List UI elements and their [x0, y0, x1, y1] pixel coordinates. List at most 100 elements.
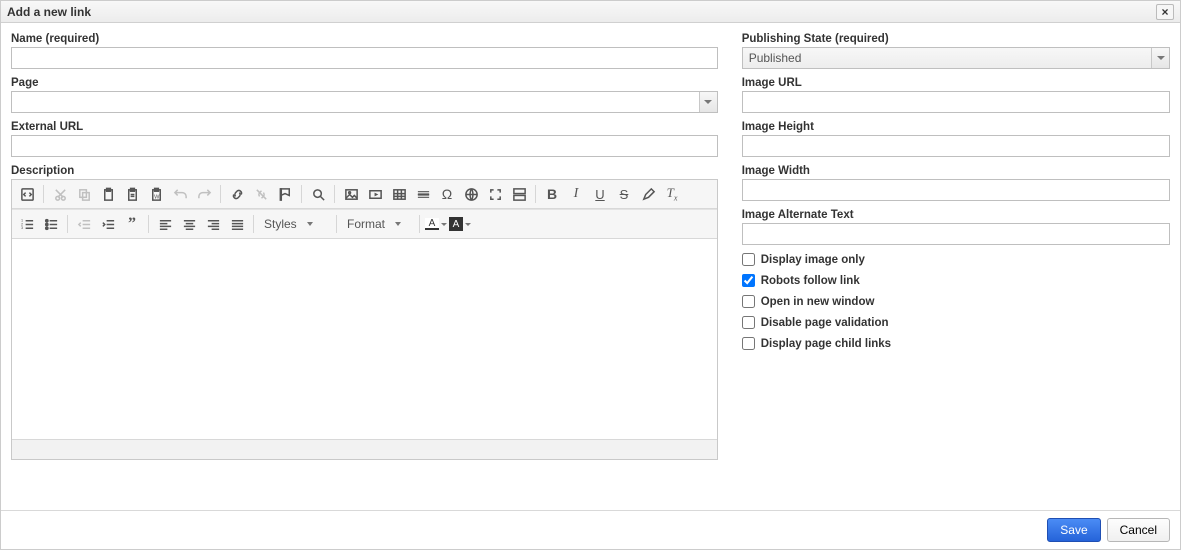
robots-follow-label: Robots follow link: [761, 275, 860, 287]
bold-button[interactable]: B: [541, 183, 563, 205]
image-alt-field: Image Alternate Text: [742, 209, 1170, 245]
link-icon[interactable]: [226, 183, 248, 205]
image-alt-input[interactable]: [742, 223, 1170, 245]
image-url-label: Image URL: [742, 77, 1170, 89]
separator: [334, 185, 335, 203]
separator: [253, 215, 254, 233]
redo-icon[interactable]: [193, 183, 215, 205]
format-combo-label: Format: [347, 217, 385, 231]
bg-color-button[interactable]: A: [449, 213, 471, 235]
image-alt-label: Image Alternate Text: [742, 209, 1170, 221]
page-field: Page: [11, 77, 718, 113]
separator: [336, 215, 337, 233]
align-justify-icon[interactable]: [226, 213, 248, 235]
editor-statusbar: [12, 439, 717, 459]
separator: [419, 215, 420, 233]
align-center-icon[interactable]: [178, 213, 200, 235]
image-width-label: Image Width: [742, 165, 1170, 177]
hr-icon[interactable]: [412, 183, 434, 205]
svg-text:W: W: [154, 194, 160, 200]
name-input[interactable]: [11, 47, 718, 69]
image-height-input[interactable]: [742, 135, 1170, 157]
iframe-icon[interactable]: [460, 183, 482, 205]
maximize-icon[interactable]: [484, 183, 506, 205]
close-button[interactable]: ×: [1156, 4, 1174, 20]
external-url-input[interactable]: [11, 135, 718, 157]
image-url-input[interactable]: [742, 91, 1170, 113]
align-left-icon[interactable]: [154, 213, 176, 235]
table-icon[interactable]: [388, 183, 410, 205]
show-blocks-icon[interactable]: [508, 183, 530, 205]
name-field: Name (required): [11, 33, 718, 69]
page-label: Page: [11, 77, 718, 89]
special-char-icon[interactable]: Ω: [436, 183, 458, 205]
image-width-input[interactable]: [742, 179, 1170, 201]
remove-format-button[interactable]: Tx: [661, 183, 683, 205]
robots-follow-checkbox[interactable]: [742, 274, 755, 287]
close-icon: ×: [1161, 6, 1168, 18]
open-new-window-checkbox[interactable]: [742, 295, 755, 308]
svg-text:3: 3: [20, 226, 22, 230]
display-child-links-label: Display page child links: [761, 338, 891, 350]
video-icon[interactable]: [364, 183, 386, 205]
description-label: Description: [11, 165, 718, 177]
rich-text-editor: W Ω: [11, 179, 718, 460]
dialog-title: Add a new link: [7, 1, 91, 23]
display-image-only-label: Display image only: [761, 254, 865, 266]
image-height-field: Image Height: [742, 121, 1170, 157]
left-column: Name (required) Page External URL Descri…: [11, 33, 718, 460]
separator: [301, 185, 302, 203]
image-width-field: Image Width: [742, 165, 1170, 201]
disable-validation-label: Disable page validation: [761, 317, 889, 329]
display-image-only-checkbox[interactable]: [742, 253, 755, 266]
separator: [220, 185, 221, 203]
paste-word-icon[interactable]: W: [145, 183, 167, 205]
open-new-window-row: Open in new window: [742, 295, 1170, 308]
paste-text-icon[interactable]: [121, 183, 143, 205]
publishing-state-value: Published: [749, 51, 802, 65]
strike-button[interactable]: S: [613, 183, 635, 205]
italic-button[interactable]: I: [565, 183, 587, 205]
chevron-down-icon: [1151, 48, 1169, 68]
find-icon[interactable]: [307, 183, 329, 205]
anchor-icon[interactable]: [274, 183, 296, 205]
disable-validation-checkbox[interactable]: [742, 316, 755, 329]
align-right-icon[interactable]: [202, 213, 224, 235]
save-button[interactable]: Save: [1047, 518, 1100, 542]
highlight-icon[interactable]: [637, 183, 659, 205]
cut-icon[interactable]: [49, 183, 71, 205]
text-color-button[interactable]: A: [425, 213, 447, 235]
image-icon[interactable]: [340, 183, 362, 205]
dialog-titlebar: Add a new link ×: [1, 1, 1180, 23]
separator: [148, 215, 149, 233]
editor-toolbar-row2: 123 ” Styles Format A: [12, 209, 717, 239]
styles-combo[interactable]: Styles: [259, 213, 331, 235]
dialog-body: Name (required) Page External URL Descri…: [1, 23, 1180, 464]
publishing-state-select[interactable]: Published: [742, 47, 1170, 69]
external-url-field: External URL: [11, 121, 718, 157]
separator: [43, 185, 44, 203]
bullet-list-icon[interactable]: [40, 213, 62, 235]
indent-icon[interactable]: [97, 213, 119, 235]
paste-icon[interactable]: [97, 183, 119, 205]
robots-follow-row: Robots follow link: [742, 274, 1170, 287]
unlink-icon[interactable]: [250, 183, 272, 205]
open-new-window-label: Open in new window: [761, 296, 875, 308]
underline-button[interactable]: U: [589, 183, 611, 205]
editor-textarea[interactable]: [12, 239, 717, 439]
disable-validation-row: Disable page validation: [742, 316, 1170, 329]
blockquote-icon[interactable]: ”: [121, 213, 143, 235]
copy-icon[interactable]: [73, 183, 95, 205]
outdent-icon[interactable]: [73, 213, 95, 235]
undo-icon[interactable]: [169, 183, 191, 205]
format-combo[interactable]: Format: [342, 213, 414, 235]
numbered-list-icon[interactable]: 123: [16, 213, 38, 235]
cancel-button[interactable]: Cancel: [1107, 518, 1170, 542]
chevron-down-icon: [699, 92, 717, 112]
source-icon[interactable]: [16, 183, 38, 205]
image-height-label: Image Height: [742, 121, 1170, 133]
display-child-links-row: Display page child links: [742, 337, 1170, 350]
page-select[interactable]: [11, 91, 718, 113]
display-child-links-checkbox[interactable]: [742, 337, 755, 350]
right-column: Publishing State (required) Published Im…: [742, 33, 1170, 460]
